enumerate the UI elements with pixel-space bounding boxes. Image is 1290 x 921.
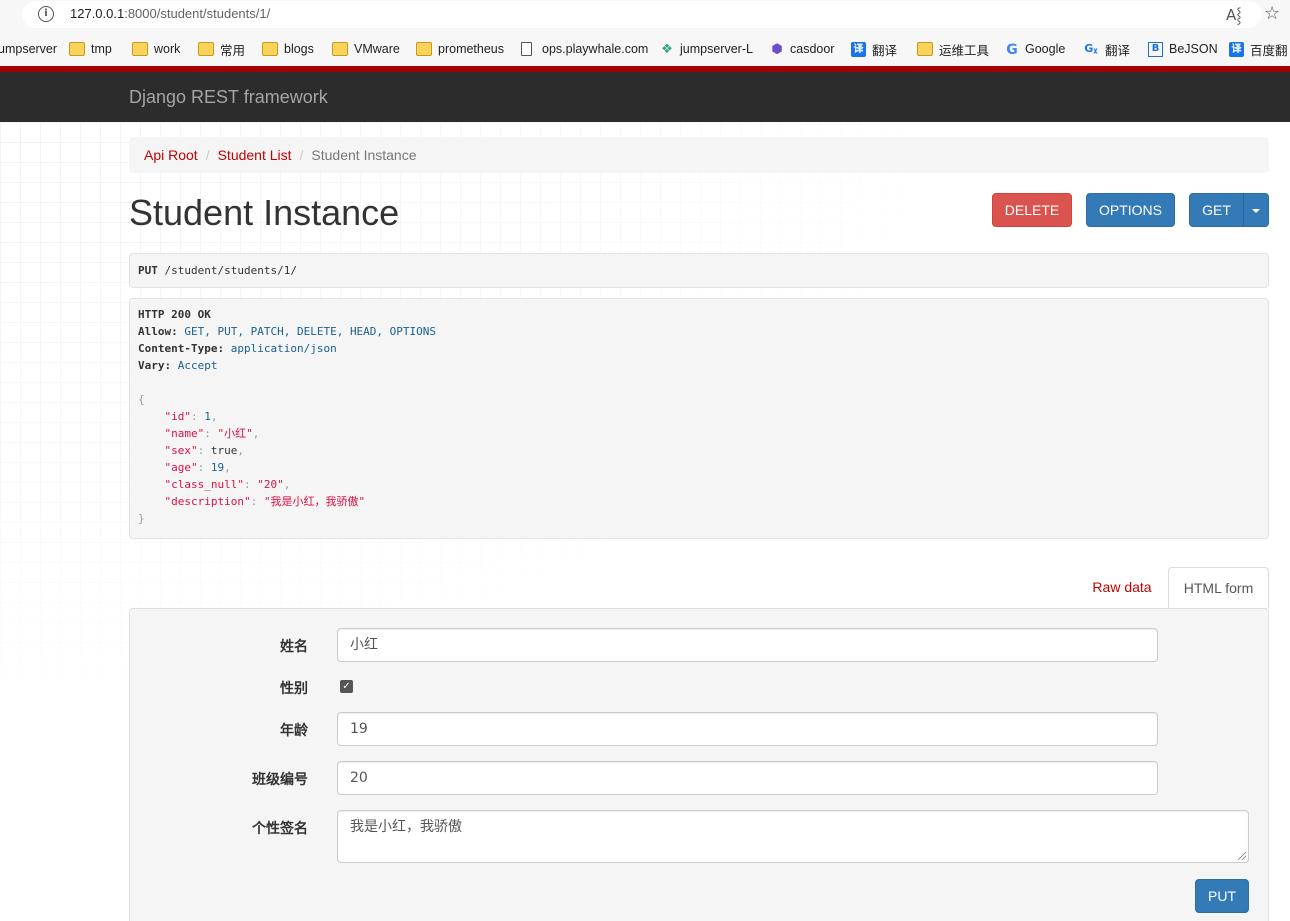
bookmark-folder-blogs[interactable]: blogs [262,40,314,58]
navbar-brand[interactable]: Django REST framework [129,87,328,108]
description-textarea[interactable]: 我是小红，我骄傲 [337,810,1249,863]
folder-icon [69,42,85,56]
options-button[interactable]: OPTIONS [1086,193,1175,227]
url-text[interactable]: 127.0.0.1:8000/student/students/1/ [70,6,270,21]
json-sex-value: true [210,444,238,457]
translate-icon: 译 [1229,41,1244,57]
page-title: Student Instance [129,192,400,233]
folder-icon [198,42,214,56]
bookmark-folder-common[interactable]: 常用 [198,40,245,58]
bookmark-jumpserver-l[interactable]: ❖ jumpserver-L [660,40,753,58]
jumpserver-icon: ❖ [661,42,673,57]
request-method: PUT [138,264,158,277]
json-id-value: 1 [204,410,211,423]
folder-icon [132,42,148,56]
bookmarks-bar: umpserver tmp work 常用 blogs VMware prome… [0,30,1290,66]
put-submit-button[interactable]: PUT [1195,879,1249,913]
json-age-value: 19 [210,461,225,474]
delete-button[interactable]: DELETE [992,193,1072,227]
breadcrumb-separator: / [205,147,210,163]
bookmark-google-translate[interactable]: Gᵪ 翻译 [1083,40,1130,58]
sex-label: 性别 [280,681,308,697]
description-textarea-text: 我是小红，我骄傲 [350,819,462,835]
name-input[interactable]: 小红 [337,628,1158,662]
header-name: Content-Type [138,342,218,355]
breadcrumb-student-list[interactable]: Student List [218,147,292,163]
class-input[interactable]: 20 [337,761,1158,795]
tab-html-form[interactable]: HTML form [1168,567,1269,609]
response-status: HTTP 200 OK [138,308,211,321]
folder-icon [416,42,432,56]
header-value: application/json [230,342,337,355]
bookmark-folder-vmware[interactable]: VMware [332,40,400,58]
age-input[interactable]: 19 [337,712,1158,746]
bookmark-jumpserver[interactable]: umpserver [0,40,57,58]
tab-raw-data[interactable]: Raw data [1080,567,1164,609]
site-info-icon[interactable]: i [38,6,54,22]
caret-down-icon [1252,209,1260,213]
bookmark-ops-playwhale[interactable]: ops.playwhale.com [521,40,648,58]
sex-checkbox[interactable]: ✓ [340,680,353,693]
bookmark-folder-ops-tools[interactable]: 运维工具 [917,40,989,58]
header-name: Vary [138,359,165,372]
folder-icon [262,42,278,56]
breadcrumb: Api Root / Student List / Student Instan… [129,137,1269,173]
browser-address-bar: i 127.0.0.1:8000/student/students/1/ A⸾ … [0,0,1290,30]
header-name: Allow [138,325,172,338]
get-format-dropdown-toggle[interactable] [1243,193,1269,227]
document-icon [521,42,532,56]
translate-icon: 译 [851,41,866,57]
header-value: GET, PUT, PATCH, DELETE, HEAD, OPTIONS [184,325,437,338]
google-icon: G [1006,42,1018,58]
json-class-value: "20" [257,478,284,491]
response-headers: HTTP 200 OK Allow: GET, PUT, PATCH, DELE… [138,308,437,525]
folder-icon [332,42,348,56]
bookmark-baidu-translate[interactable]: 译百度翻 [1229,40,1288,58]
description-label: 个性签名 [252,821,308,837]
bookmark-folder-prometheus[interactable]: prometheus [416,40,504,58]
bejson-icon: B [1148,41,1163,57]
age-label: 年龄 [280,723,308,739]
resize-grip-icon[interactable] [1238,852,1246,860]
class-label: 班级编号 [252,772,308,788]
bookmark-folder-work[interactable]: work [132,40,180,58]
cube-icon: ⬢ [771,42,783,57]
breadcrumb-api-root[interactable]: Api Root [144,147,198,163]
navbar: Django REST framework [0,72,1290,122]
request-path: /student/students/1/ [164,264,297,277]
request-info: PUT /student/students/1/ [129,253,1269,288]
bookmark-translate[interactable]: 译翻译 [851,40,897,58]
response-info: HTTP 200 OK Allow: GET, PUT, PATCH, DELE… [129,298,1269,539]
bookmark-casdoor[interactable]: ⬢ casdoor [770,40,834,58]
bookmark-google[interactable]: G Google [1005,40,1065,58]
bookmark-folder-tmp[interactable]: tmp [69,40,112,58]
get-button[interactable]: GET [1189,193,1244,227]
favorite-star-icon[interactable]: ☆ [1264,3,1280,24]
name-label: 姓名 [280,639,308,655]
json-name-value: "小红" [217,427,253,440]
read-aloud-icon[interactable]: A⸾ [1226,5,1242,25]
folder-icon [917,42,933,56]
breadcrumb-separator: / [299,147,304,163]
bookmark-bejson[interactable]: B BeJSON [1148,40,1218,58]
json-description-value: "我是小红，我骄傲" [263,495,366,508]
header-value: Accept [177,359,218,372]
google-translate-icon: Gᵪ [1084,42,1098,55]
breadcrumb-current: Student Instance [311,147,417,163]
